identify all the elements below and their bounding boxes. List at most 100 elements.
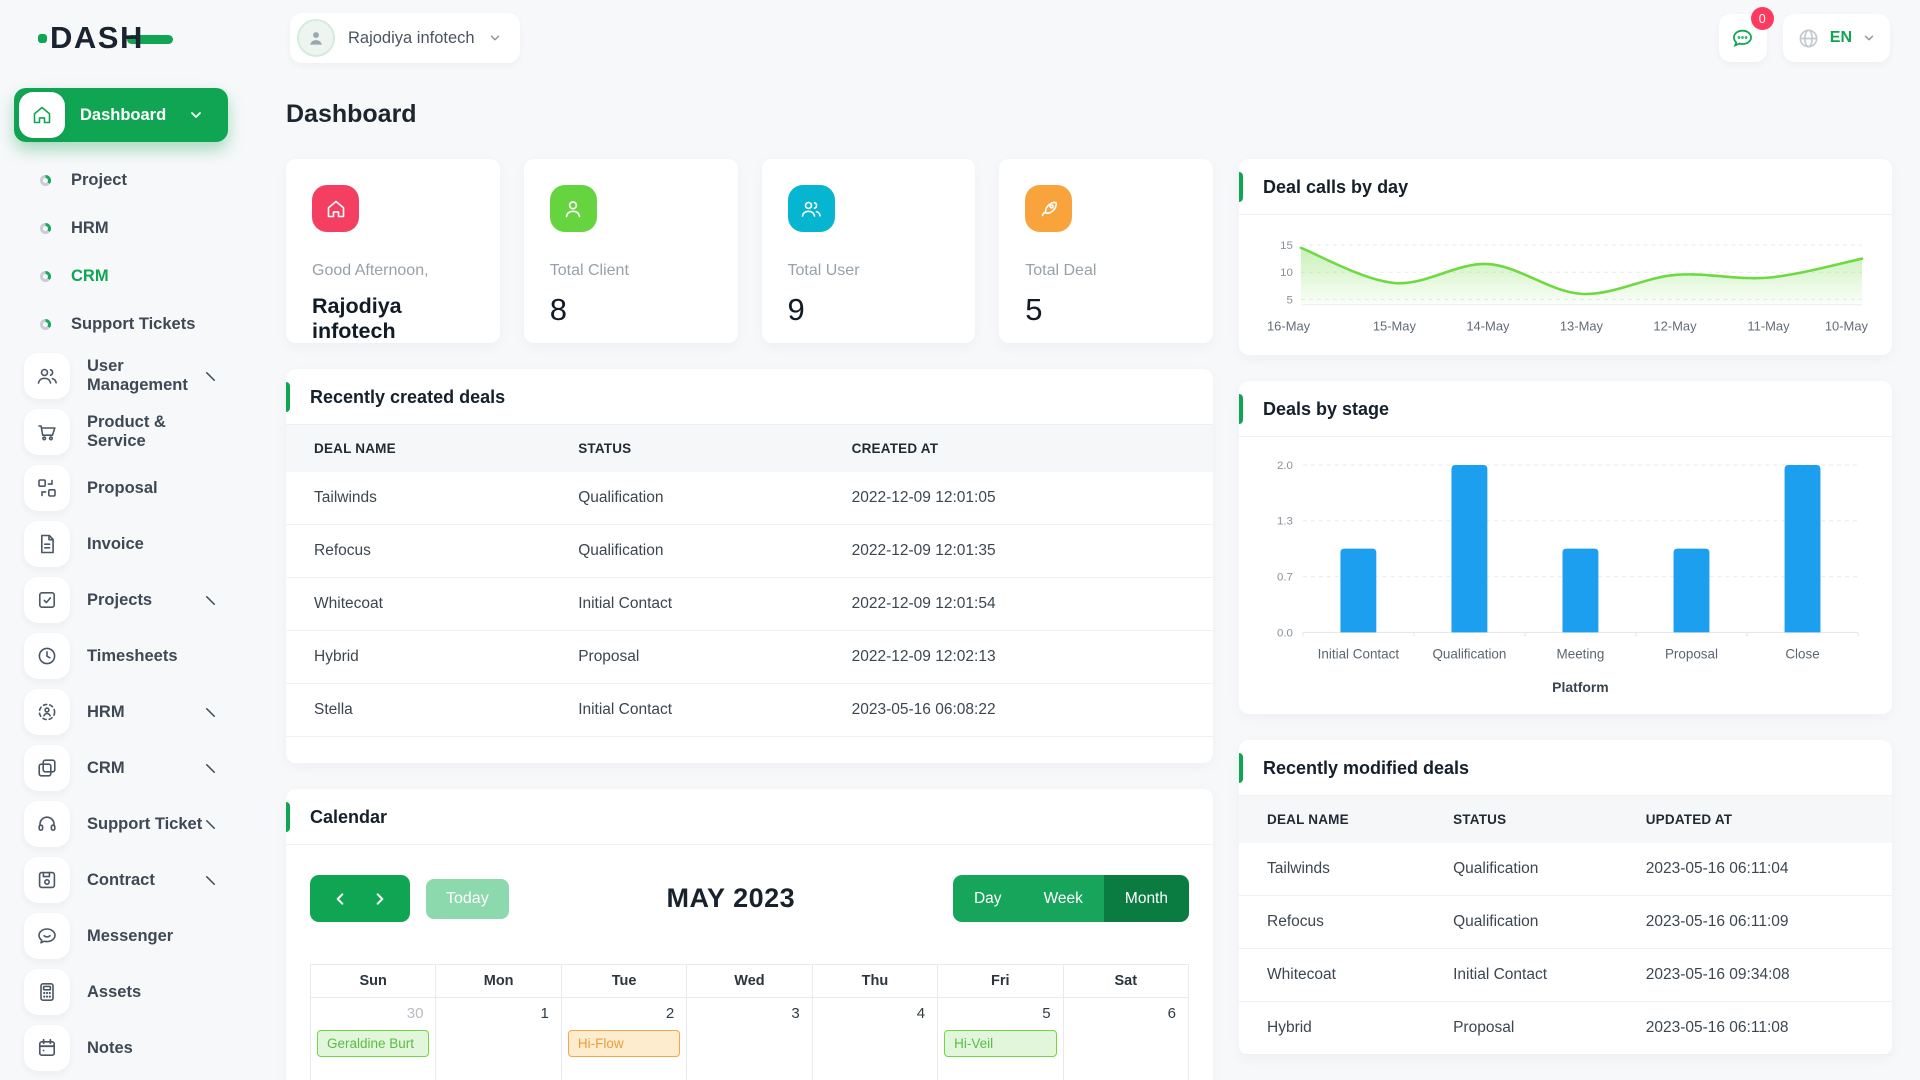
logo-dot-icon xyxy=(38,33,47,43)
topbar: DASH Rajodiya infotech 0 EN xyxy=(0,0,1920,76)
column-header: DEAL NAME xyxy=(286,425,551,472)
table-cell: Initial Contact xyxy=(550,577,824,631)
chevron-right-icon xyxy=(203,593,218,608)
sidebar-item-invoice[interactable]: Invoice xyxy=(14,516,228,572)
stat-label: Good Afternoon, xyxy=(312,262,429,279)
calendar-day-cell[interactable]: 1 xyxy=(435,997,562,1080)
messenger-icon xyxy=(24,913,70,959)
card-title: Recently modified deals xyxy=(1239,740,1892,796)
sidebar-item-label: Invoice xyxy=(87,534,144,553)
sidebar-item-support-tickets[interactable]: Support Tickets xyxy=(14,300,228,348)
sidebar-item-label: Notes xyxy=(87,1038,133,1057)
topbar-actions: 0 EN xyxy=(1718,7,1890,62)
sidebar-item-product-service[interactable]: Product & Service xyxy=(14,404,228,460)
sidebar-item-proposal[interactable]: Proposal xyxy=(14,460,228,516)
sidebar-item-label: CRM xyxy=(87,758,125,777)
headset-icon xyxy=(24,801,70,847)
stat-value: Rajodiya infotech xyxy=(312,294,402,343)
clock-icon xyxy=(24,633,70,679)
card-title: Calendar xyxy=(286,789,1213,845)
calendar-day-cell[interactable]: 6 xyxy=(1062,997,1190,1080)
proposal-icon xyxy=(24,465,70,511)
table-cell: 2022-12-09 12:01:54 xyxy=(823,577,1213,631)
messages-button[interactable]: 0 xyxy=(1718,7,1774,62)
calendar-grid: Sun Mon Tue Wed Thu Fri Sat 30 Geraldine Burt 1 2… xyxy=(309,964,1190,1080)
svg-text:Proposal: Proposal xyxy=(1665,646,1718,661)
sidebar-item-timesheets[interactable]: Timesheets xyxy=(14,628,228,684)
sidebar-item-label: Product & Service xyxy=(87,413,166,450)
sidebar-item-label: Projects xyxy=(87,590,153,609)
calendar-card: Calendar Today MAY 2023 Day Week Month S… xyxy=(286,789,1213,1080)
chevron-right-icon xyxy=(203,705,218,720)
calendar-event[interactable]: Geraldine Burt xyxy=(317,1030,430,1057)
sidebar-item-messenger[interactable]: Messenger xyxy=(14,908,228,964)
sidebar-item-label: Proposal xyxy=(87,478,158,497)
chevron-right-icon xyxy=(203,817,218,832)
sidebar-item-label: Messenger xyxy=(87,926,174,945)
calendar-day-cell[interactable]: 2 Hi-Flow xyxy=(560,997,688,1080)
language-selector[interactable]: EN xyxy=(1782,14,1890,62)
sidebar-item-assets[interactable]: Assets xyxy=(14,964,228,1020)
svg-text:12-May: 12-May xyxy=(1653,319,1697,334)
svg-text:10: 10 xyxy=(1280,267,1293,279)
table-row: Hybrid Proposal 2022-12-09 12:02:13 xyxy=(286,630,1213,684)
svg-text:10-May: 10-May xyxy=(1825,319,1868,334)
table-row: Whitecoat Initial Contact 2022-12-09 12:01… xyxy=(286,577,1213,631)
recently-modified-deals-card: Recently modified deals DEAL NAME STATUS U… xyxy=(1239,739,1892,1055)
sidebar-item-crm[interactable]: CRM xyxy=(14,740,228,796)
sidebar-item-projects[interactable]: Projects xyxy=(14,572,228,628)
calendar-event[interactable]: Hi-Flow xyxy=(567,1030,681,1057)
table-header-row: DEAL NAME STATUS UPDATED AT xyxy=(1239,795,1892,843)
today-button[interactable]: Today xyxy=(426,878,509,919)
deal-calls-card: Deal calls by day 5 10 15 16-May 15-May 14-Ma… xyxy=(1239,159,1892,355)
chat-icon xyxy=(1733,29,1753,47)
date-number: 2 xyxy=(665,1005,675,1022)
bullet-icon xyxy=(40,222,51,234)
prev-button[interactable] xyxy=(333,891,349,907)
sidebar-item-hrm[interactable]: HRM xyxy=(14,204,228,252)
sidebar-item-user-management[interactable]: User Management xyxy=(14,348,228,404)
calendar-day-header-row: Sun Mon Tue Wed Thu Fri Sat xyxy=(309,964,1190,998)
chevron-down-icon xyxy=(188,107,204,123)
company-selector[interactable]: Rajodiya infotech xyxy=(290,13,520,63)
calendar-day-cell[interactable]: 5 Hi-Veil xyxy=(937,997,1064,1080)
card-title: Deal calls by day xyxy=(1239,159,1892,215)
view-month-button[interactable]: Month xyxy=(1103,875,1189,922)
sidebar-item-label: Contract xyxy=(87,870,155,889)
assets-icon xyxy=(24,969,70,1015)
chevron-down-icon xyxy=(490,35,499,41)
day-header: Mon xyxy=(435,964,562,998)
projects-icon xyxy=(24,577,70,623)
stat-card-good-afternoon: Good Afternoon, Rajodiya infotech xyxy=(286,159,500,343)
sidebar-item-support-ticket[interactable]: Support Ticket xyxy=(14,796,228,852)
view-week-button[interactable]: Week xyxy=(1022,875,1104,922)
calendar-day-cell[interactable]: 3 xyxy=(686,997,813,1080)
stat-value: 8 xyxy=(549,292,567,327)
created-deals-table: DEAL NAME STATUS CREATED AT Tailwinds Quali… xyxy=(286,425,1213,737)
stat-label: Total Deal xyxy=(1025,262,1097,279)
view-day-button[interactable]: Day xyxy=(952,875,1023,922)
sidebar-item-project[interactable]: Project xyxy=(14,156,228,204)
column-header: STATUS xyxy=(1425,795,1618,843)
calendar-day-cell[interactable]: 4 xyxy=(811,997,939,1080)
calendar-day-cell[interactable]: 30 Geraldine Burt xyxy=(309,997,437,1080)
table-cell: Whitecoat xyxy=(1239,948,1426,1002)
table-cell: Tailwinds xyxy=(286,472,551,525)
sidebar-item-label: Support Tickets xyxy=(71,314,196,333)
sidebar-item-notes[interactable]: Notes xyxy=(14,1020,228,1076)
calendar-event[interactable]: Hi-Veil xyxy=(944,1030,1057,1057)
sidebar-item-contract[interactable]: Contract xyxy=(14,852,228,908)
sidebar-item-crm[interactable]: CRM xyxy=(14,252,228,300)
bullet-icon xyxy=(40,318,51,330)
crm-icon xyxy=(24,745,70,791)
table-cell: Hybrid xyxy=(1239,1001,1426,1055)
sidebar-item-dashboard[interactable]: Dashboard xyxy=(14,88,228,142)
next-button[interactable] xyxy=(371,891,387,907)
sidebar-item-hrm[interactable]: HRM xyxy=(14,684,228,740)
notes-icon xyxy=(24,1025,70,1071)
svg-text:14-May: 14-May xyxy=(1466,319,1510,334)
table-cell: Proposal xyxy=(550,630,824,684)
company-name: Rajodiya infotech xyxy=(348,28,475,47)
page-title: Dashboard xyxy=(286,100,417,128)
chevron-right-icon xyxy=(203,369,218,384)
